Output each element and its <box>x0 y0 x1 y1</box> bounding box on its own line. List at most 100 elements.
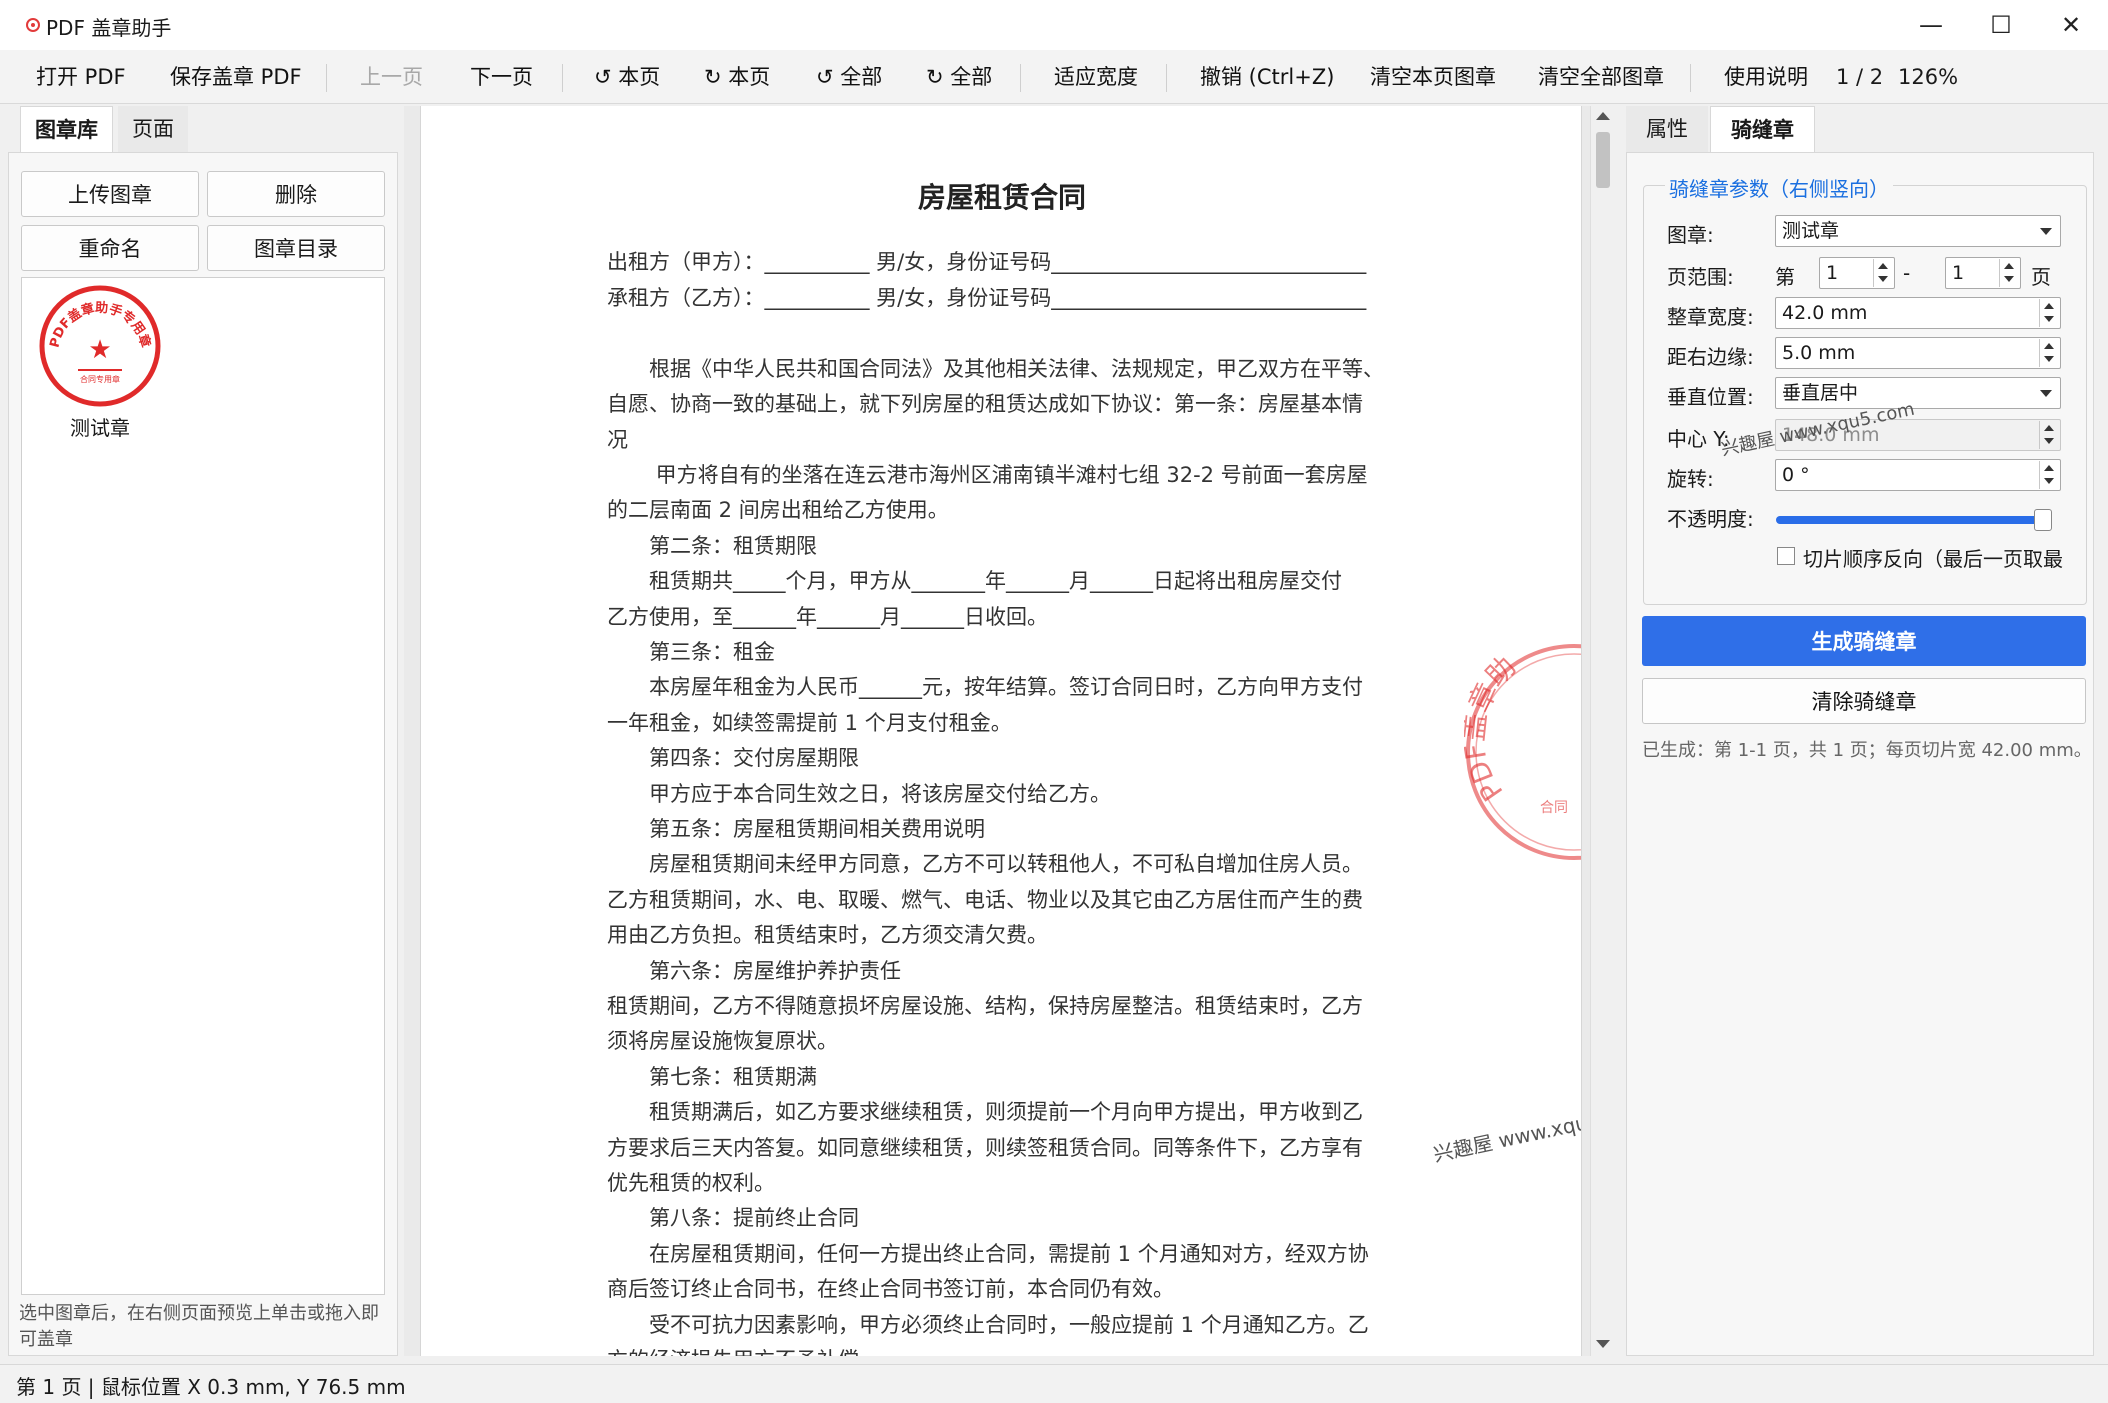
delete-stamp-button[interactable]: 删除 <box>207 171 385 217</box>
document-line: 用由乙方负担。租赁结束时，乙方须交清欠费。 <box>607 923 1048 947</box>
watermark: 兴趣屋 www.xqu5.com <box>1431 1097 1582 1167</box>
spin-arrows-icon[interactable] <box>2039 421 2059 449</box>
page-range-to-value: 1 <box>1952 262 1965 284</box>
upload-stamp-button[interactable]: 上传图章 <box>21 171 199 217</box>
fit-width-button[interactable]: 适应宽度 <box>1054 60 1138 94</box>
svg-text:★: ★ <box>88 335 111 365</box>
page-range-label: 页范围: <box>1667 265 1734 289</box>
clear-seam-stamp-button[interactable]: 清除骑缝章 <box>1642 678 2086 724</box>
toolbar-separator <box>326 64 327 92</box>
group-title: 骑缝章参数（右侧竖向） <box>1665 173 1893 202</box>
tab-pages[interactable]: 页面 <box>118 106 188 152</box>
status-text: 第 1 页 | 鼠标位置 X 0.3 mm, Y 76.5 mm <box>16 1375 406 1399</box>
spin-arrows-icon[interactable] <box>2039 461 2059 489</box>
spin-arrows-icon[interactable] <box>1873 259 1893 287</box>
clear-page-stamps-button[interactable]: 清空本页图章 <box>1370 60 1496 94</box>
toolbar-separator <box>1690 64 1691 92</box>
document-line: 承租方（乙方）：__________ 男/女，身份证号码____________… <box>607 286 1367 310</box>
document-title: 房屋租赁合同 <box>917 181 1086 214</box>
chevron-down-icon <box>2040 228 2052 235</box>
document-line: 第四条：交付房屋期限 <box>607 746 859 770</box>
scrollbar-thumb[interactable] <box>1596 132 1610 188</box>
rotate-page-ccw-button[interactable]: ↺ 本页 <box>594 60 660 94</box>
clear-all-stamps-button[interactable]: 清空全部图章 <box>1538 60 1664 94</box>
next-page-button[interactable]: 下一页 <box>470 60 533 94</box>
window-title: PDF 盖章助手 <box>46 16 172 40</box>
stamp-select-value: 测试章 <box>1782 220 1840 242</box>
opacity-label: 不透明度: <box>1667 507 1754 531</box>
maximize-button[interactable]: ☐ <box>1966 0 2036 50</box>
document-line: 一年租金，如续签需提前 1 个月支付租金。 <box>607 711 1012 735</box>
rotate-all-cw-button[interactable]: ↻ 全部 <box>926 60 992 94</box>
right-margin-spinbox[interactable]: 5.0 mm <box>1775 337 2061 369</box>
toolbar-separator <box>1020 64 1021 92</box>
reverse-order-checkbox[interactable] <box>1777 547 1795 565</box>
spin-arrows-icon[interactable] <box>2039 299 2059 327</box>
vertical-scrollbar[interactable] <box>1590 106 1614 1356</box>
document-line: 方要求后三天内答复。如同意继续租赁，则续签租赁合同。同等条件下，乙方享有 <box>607 1136 1363 1160</box>
document-line: 优先租赁的权利。 <box>607 1171 775 1195</box>
document-line: 的二层南面 2 间房出租给乙方使用。 <box>607 498 949 522</box>
document-line: 甲方将自有的坐落在连云港市海州区浦南镇半滩村七组 32-2 号前面一套房屋 <box>607 463 1368 487</box>
stamp-library-body: 上传图章 删除 重命名 图章目录 PDF盖章助手专用章 ★ 合同专用章 测试章 … <box>8 152 398 1356</box>
document-line: 乙方使用，至______年______月______日收回。 <box>607 605 1048 629</box>
scroll-down-icon[interactable] <box>1596 1340 1610 1348</box>
document-line: 第七条：租赁期满 <box>607 1065 817 1089</box>
stamp-hint: 选中图章后，在右侧页面预览上单击或拖入即可盖章 <box>19 1303 379 1350</box>
vertical-position-select[interactable]: 垂直居中 <box>1775 377 2061 409</box>
toolbar-separator <box>1166 64 1167 92</box>
reverse-order-label: 切片顺序反向（最后一页取最 <box>1803 547 2063 571</box>
stamp-folder-button[interactable]: 图章目录 <box>207 225 385 271</box>
opacity-slider-handle[interactable] <box>2034 509 2052 531</box>
minimize-button[interactable]: — <box>1896 0 1966 50</box>
rotation-value: 0 ° <box>1782 464 1810 486</box>
document-line: 况 <box>607 428 628 452</box>
tab-properties[interactable]: 属性 <box>1626 106 1708 152</box>
save-pdf-button[interactable]: 保存盖章 PDF <box>170 60 302 94</box>
help-button[interactable]: 使用说明 <box>1724 60 1808 94</box>
page-range-from-spinbox[interactable]: 1 <box>1819 257 1895 289</box>
rotate-page-cw-button[interactable]: ↻ 本页 <box>704 60 770 94</box>
stamp-name: 测试章 <box>70 416 130 440</box>
document-line: 租赁期共_____个月，甲方从_______年______月______日起将出… <box>607 569 1342 593</box>
rotation-spinbox[interactable]: 0 ° <box>1775 459 2061 491</box>
rotate-all-ccw-button[interactable]: ↺ 全部 <box>816 60 882 94</box>
open-pdf-button[interactable]: 打开 PDF <box>36 60 126 94</box>
document-line: 租赁期满后，如乙方要求继续租赁，则须提前一个月向甲方提出，甲方收到乙 <box>607 1100 1363 1124</box>
document-line: 在房屋租赁期间，任何一方提出终止合同，需提前 1 个月通知对方，经双方协 <box>607 1242 1369 1266</box>
document-line: 商后签订终止合同书，在终止合同书签订前，本合同仍有效。 <box>607 1277 1174 1301</box>
rename-stamp-button[interactable]: 重命名 <box>21 225 199 271</box>
document-line: 自愿、协商一致的基础上，就下列房屋的租赁达成如下协议：第一条：房屋基本情 <box>607 392 1363 416</box>
list-item[interactable]: PDF盖章助手专用章 ★ 合同专用章 测试章 <box>22 278 182 448</box>
generate-seam-stamp-button[interactable]: 生成骑缝章 <box>1642 616 2086 666</box>
document-line: 甲方应于本合同生效之日，将该房屋交付给乙方。 <box>607 782 1111 806</box>
scroll-up-icon[interactable] <box>1596 112 1610 120</box>
stamp-select-label: 图章: <box>1667 223 1714 247</box>
stamp-width-spinbox[interactable]: 42.0 mm <box>1775 297 2061 329</box>
document-line: 房屋租赁期间未经甲方同意，乙方不可以转租他人，不可私自增加住房人员。 <box>607 852 1363 876</box>
close-button[interactable]: ✕ <box>2036 0 2106 50</box>
stamp-bottom-text: 合同专用章 <box>80 374 120 384</box>
status-bar: 第 1 页 | 鼠标位置 X 0.3 mm, Y 76.5 mm <box>0 1364 2108 1403</box>
tab-seam-stamp[interactable]: 骑缝章 <box>1710 106 1815 152</box>
document-line: 出租方（甲方）：__________ 男/女，身份证号码____________… <box>607 250 1367 274</box>
page-range-separator: - <box>1903 261 1911 285</box>
title-bar: PDF 盖章助手 — ☐ ✕ <box>0 0 2108 50</box>
page-range-to-spinbox[interactable]: 1 <box>1945 257 2021 289</box>
pdf-page[interactable]: 房屋租赁合同 出租方（甲方）：__________ 男/女，身份证号码_____… <box>420 106 1582 1356</box>
page-range-suffix: 页 <box>2031 265 2051 289</box>
document-line: 第三条：租金 <box>607 640 775 664</box>
seam-stamp-slice[interactable]: PDF盖章助 合同 <box>1464 642 1582 862</box>
seam-stamp-text: PDF盖章助 <box>1464 650 1522 807</box>
app-logo-icon <box>26 18 40 32</box>
result-status: 已生成：第 1-1 页，共 1 页；每页切片宽 42.00 mm。 <box>1642 740 2092 761</box>
document-line: 租赁期间，乙方不得随意损坏房屋设施、结构，保持房屋整洁。租赁结束时，乙方 <box>607 994 1363 1018</box>
prev-page-button[interactable]: 上一页 <box>360 60 423 94</box>
spin-arrows-icon[interactable] <box>2039 339 2059 367</box>
undo-button[interactable]: 撤销 (Ctrl+Z) <box>1200 60 1334 94</box>
opacity-slider[interactable] <box>1776 516 2048 524</box>
tab-stamp-library[interactable]: 图章库 <box>20 106 113 152</box>
spin-arrows-icon[interactable] <box>1999 259 2019 287</box>
document-line: 乙方租赁期间，水、电、取暖、燃气、电话、物业以及其它由乙方居住而产生的费 <box>607 888 1363 912</box>
stamp-select[interactable]: 测试章 <box>1775 215 2061 247</box>
